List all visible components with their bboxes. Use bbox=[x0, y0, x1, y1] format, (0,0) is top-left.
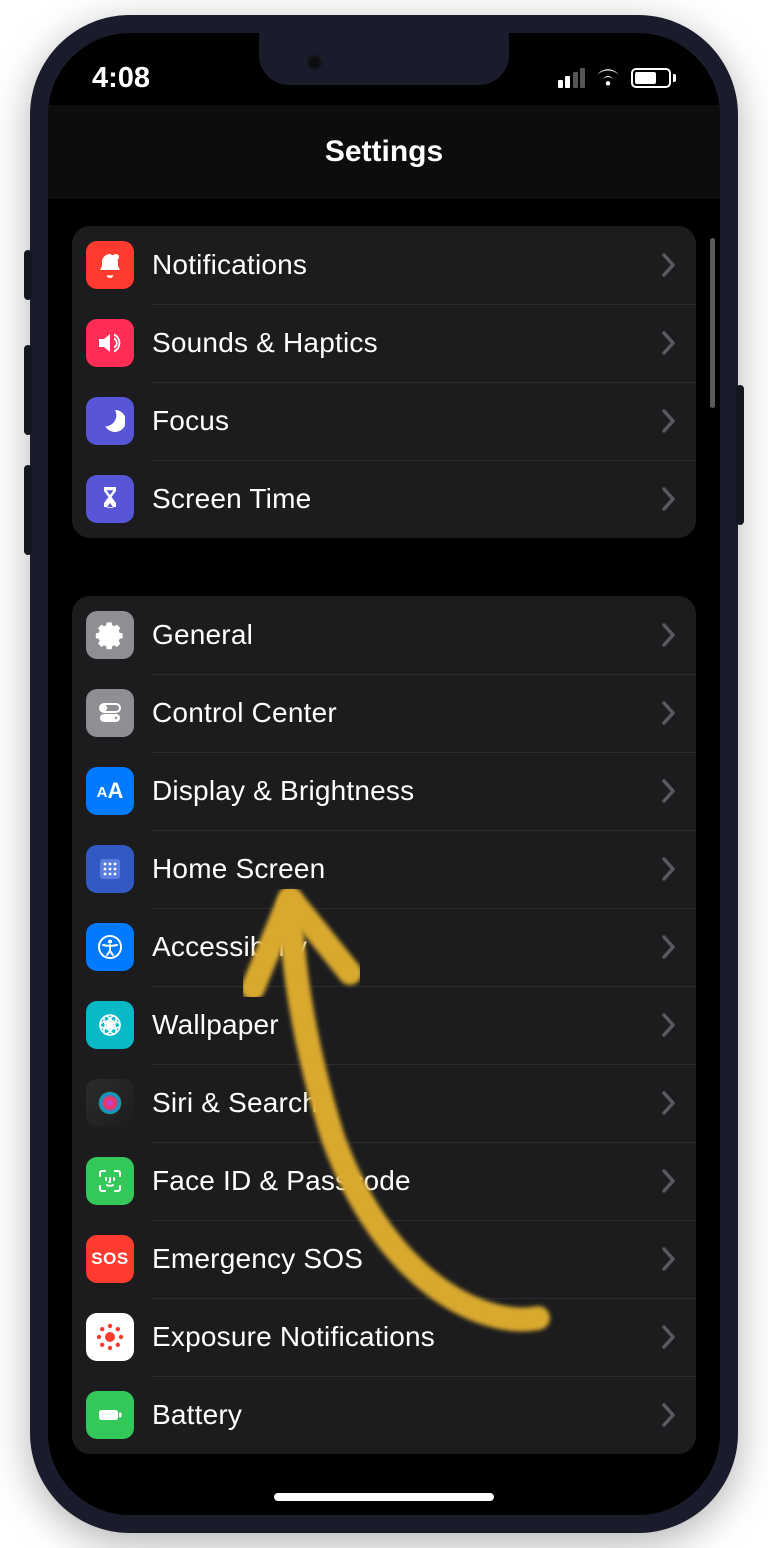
settings-group-1: Notifications Sounds & Haptics Focus bbox=[72, 226, 696, 538]
power-button bbox=[736, 385, 744, 525]
scroll-indicator[interactable] bbox=[710, 238, 715, 408]
row-label: Focus bbox=[152, 405, 660, 437]
chevron-right-icon bbox=[660, 856, 676, 882]
row-screen-time[interactable]: Screen Time bbox=[72, 460, 696, 538]
control-center-icon bbox=[86, 689, 134, 737]
home-screen-icon bbox=[86, 845, 134, 893]
chevron-right-icon bbox=[660, 1324, 676, 1350]
row-accessibility[interactable]: Accessibility bbox=[72, 908, 696, 986]
chevron-right-icon bbox=[660, 408, 676, 434]
settings-scroll[interactable]: Notifications Sounds & Haptics Focus bbox=[48, 198, 720, 1515]
row-label: Wallpaper bbox=[152, 1009, 660, 1041]
chevron-right-icon bbox=[660, 934, 676, 960]
row-label: Control Center bbox=[152, 697, 660, 729]
row-label: Display & Brightness bbox=[152, 775, 660, 807]
row-siri-search[interactable]: Siri & Search bbox=[72, 1064, 696, 1142]
notifications-icon bbox=[86, 241, 134, 289]
battery-icon bbox=[86, 1391, 134, 1439]
wallpaper-icon bbox=[86, 1001, 134, 1049]
row-focus[interactable]: Focus bbox=[72, 382, 696, 460]
row-label: General bbox=[152, 619, 660, 651]
chevron-right-icon bbox=[660, 330, 676, 356]
row-label: Accessibility bbox=[152, 931, 660, 963]
row-display[interactable]: AA Display & Brightness bbox=[72, 752, 696, 830]
row-battery[interactable]: Battery bbox=[72, 1376, 696, 1454]
faceid-icon bbox=[86, 1157, 134, 1205]
row-general[interactable]: General bbox=[72, 596, 696, 674]
chevron-right-icon bbox=[660, 252, 676, 278]
chevron-right-icon bbox=[660, 486, 676, 512]
sounds-icon bbox=[86, 319, 134, 367]
battery-icon bbox=[631, 68, 676, 88]
row-home-screen[interactable]: Home Screen bbox=[72, 830, 696, 908]
settings-group-2: General Control Center AA Display & Brig… bbox=[72, 596, 696, 1454]
row-emergency-sos[interactable]: SOS Emergency SOS bbox=[72, 1220, 696, 1298]
chevron-right-icon bbox=[660, 1246, 676, 1272]
screen-time-icon bbox=[86, 475, 134, 523]
row-notifications[interactable]: Notifications bbox=[72, 226, 696, 304]
chevron-right-icon bbox=[660, 700, 676, 726]
row-sounds-haptics[interactable]: Sounds & Haptics bbox=[72, 304, 696, 382]
row-label: Exposure Notifications bbox=[152, 1321, 660, 1353]
chevron-right-icon bbox=[660, 778, 676, 804]
row-faceid[interactable]: Face ID & Passcode bbox=[72, 1142, 696, 1220]
siri-icon bbox=[86, 1079, 134, 1127]
accessibility-icon bbox=[86, 923, 134, 971]
row-label: Emergency SOS bbox=[152, 1243, 660, 1275]
page-title: Settings bbox=[48, 105, 720, 198]
volume-down-button bbox=[24, 465, 32, 555]
wifi-icon bbox=[595, 68, 621, 88]
chevron-right-icon bbox=[660, 1402, 676, 1428]
focus-icon bbox=[86, 397, 134, 445]
general-icon bbox=[86, 611, 134, 659]
row-label: Home Screen bbox=[152, 853, 660, 885]
row-label: Notifications bbox=[152, 249, 660, 281]
row-label: Battery bbox=[152, 1399, 660, 1431]
row-exposure[interactable]: Exposure Notifications bbox=[72, 1298, 696, 1376]
row-label: Screen Time bbox=[152, 483, 660, 515]
row-label: Sounds & Haptics bbox=[152, 327, 660, 359]
sos-icon: SOS bbox=[86, 1235, 134, 1283]
row-label: Siri & Search bbox=[152, 1087, 660, 1119]
status-time: 4:08 bbox=[92, 62, 150, 95]
chevron-right-icon bbox=[660, 622, 676, 648]
mute-switch bbox=[24, 250, 32, 300]
chevron-right-icon bbox=[660, 1012, 676, 1038]
notch bbox=[259, 33, 509, 85]
screen: 4:08 Settings Notific bbox=[48, 33, 720, 1515]
display-icon: AA bbox=[86, 767, 134, 815]
exposure-icon bbox=[86, 1313, 134, 1361]
phone-frame: 4:08 Settings Notific bbox=[30, 15, 738, 1533]
status-indicators bbox=[558, 68, 677, 88]
row-wallpaper[interactable]: Wallpaper bbox=[72, 986, 696, 1064]
row-control-center[interactable]: Control Center bbox=[72, 674, 696, 752]
volume-up-button bbox=[24, 345, 32, 435]
cellular-signal-icon bbox=[558, 68, 586, 88]
chevron-right-icon bbox=[660, 1090, 676, 1116]
chevron-right-icon bbox=[660, 1168, 676, 1194]
row-label: Face ID & Passcode bbox=[152, 1165, 660, 1197]
home-indicator[interactable] bbox=[274, 1493, 494, 1501]
